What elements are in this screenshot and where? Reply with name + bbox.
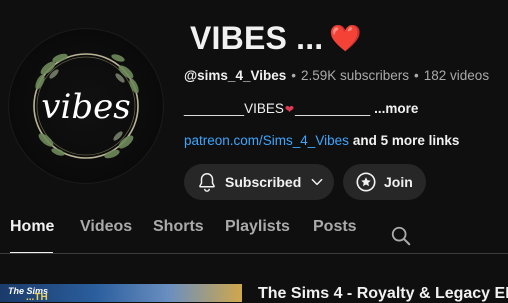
heart-emoji: ❤️ (329, 23, 362, 53)
chevron-down-icon (311, 178, 323, 186)
channel-handle: @sims_4_Vibes (184, 68, 287, 83)
join-label: Join (384, 174, 413, 190)
star-badge-icon (356, 172, 376, 192)
video-title[interactable]: The Sims 4 - Royalty & Legacy EP (258, 285, 508, 303)
bell-icon (199, 173, 215, 192)
channel-meta: @sims_4_Vibes • 2.59K subscribers • 182 vide… (184, 68, 489, 83)
subscribed-button[interactable]: Subscribed (184, 164, 334, 200)
meta-separator: • (414, 68, 419, 83)
video-thumbnail[interactable]: The Sims ...TH (0, 284, 242, 302)
channel-links: patreon.com/Sims_4_Vibes and 5 more links (184, 133, 459, 148)
video-count: 182 videos (423, 68, 490, 83)
tab-videos[interactable]: Videos (80, 218, 132, 236)
search-icon (391, 226, 411, 246)
tab-home[interactable]: Home (10, 218, 54, 236)
more-links-button[interactable]: and 5 more links (353, 133, 460, 148)
subscriber-count: 2.59K subscribers (300, 68, 410, 83)
channel-name: VIBES ... (190, 20, 324, 56)
meta-separator: • (291, 68, 296, 83)
subscribed-label: Subscribed (225, 174, 302, 190)
join-button[interactable]: Join (343, 164, 426, 200)
patreon-link[interactable]: patreon.com/Sims_4_Vibes (184, 133, 349, 148)
avatar-logo-text: vibes (41, 87, 130, 127)
tab-playlists[interactable]: Playlists (225, 218, 290, 236)
thumbnail-text: ...TH (26, 292, 48, 302)
channel-search-button[interactable] (390, 225, 412, 252)
tabs-divider (0, 253, 508, 254)
channel-avatar[interactable]: vibes (8, 28, 164, 184)
description-left-rule: ________ (184, 101, 245, 116)
heart-icon: ❤ (284, 104, 295, 116)
description-more-link[interactable]: ...more (374, 101, 418, 116)
description-right-rule: __________ (295, 101, 371, 116)
description-word: VIBES (244, 101, 284, 116)
channel-title: VIBES ... ❤️ (190, 20, 362, 57)
tab-shorts[interactable]: Shorts (153, 218, 204, 236)
tab-posts[interactable]: Posts (313, 218, 357, 236)
channel-description[interactable]: ________VIBES❤__________ ...more (184, 101, 418, 116)
avatar-wreath-logo: vibes (33, 53, 139, 159)
channel-tabs: Home Videos Shorts Playlists Posts (0, 218, 508, 254)
